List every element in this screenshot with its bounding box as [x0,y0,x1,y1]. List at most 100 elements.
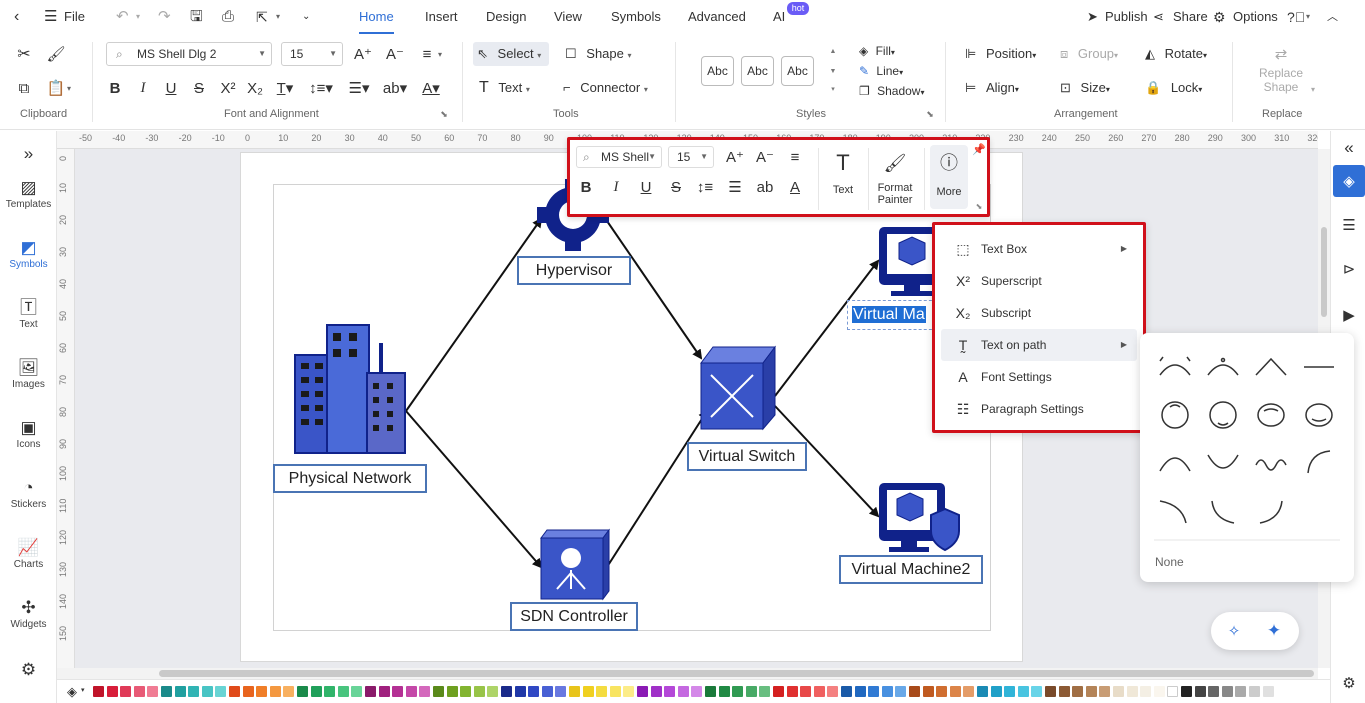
path-ellipse-top-icon[interactable] [1257,403,1285,427]
font-color-icon[interactable]: A▾ [418,78,444,98]
path-arc-bottom-left-icon[interactable] [1211,500,1235,524]
color-swatch[interactable] [1099,686,1111,697]
color-swatch[interactable] [841,686,852,697]
tab-advanced[interactable]: Advanced [688,0,746,34]
bullets-icon[interactable]: ☰▾ [345,78,373,98]
drawing-page[interactable]: Physical Network Hypervisor Virtual Swit… [240,152,1023,662]
color-swatch[interactable] [1140,686,1152,697]
font-family-select[interactable]: ⌕ MS Shell Dlg 2 ▼ [106,42,272,66]
decrease-font-icon[interactable]: A⁻ [754,146,776,168]
chevron-down-icon[interactable]: ▾ [81,686,85,694]
sidebar-item-images[interactable]: 🖼 Images [0,357,57,390]
bold-icon[interactable]: B [576,176,596,198]
color-swatch[interactable] [528,686,540,697]
path-semicircle-up-icon[interactable] [1159,457,1191,472]
color-swatch[interactable] [297,686,308,697]
color-swatch[interactable] [1153,686,1165,697]
sidebar-item-templates[interactable]: ▨ Templates [0,177,57,210]
increase-font-icon[interactable]: A⁺ [352,44,374,64]
publish-button[interactable]: Publish [1105,0,1148,34]
color-swatch[interactable] [473,686,485,697]
color-swatch[interactable] [1221,686,1233,697]
selected-text[interactable]: Virtual Ma [852,306,926,323]
underline-icon[interactable]: U [162,78,180,98]
export-icon[interactable]: ⇱ [256,0,268,34]
color-swatch[interactable] [827,686,839,697]
decrease-font-icon[interactable]: A⁻ [384,44,406,64]
styles-scroll-down-icon[interactable]: ▼ [828,66,838,76]
color-swatch[interactable] [392,686,404,697]
path-circle-bottom-icon[interactable] [1209,401,1237,429]
connector-tool-button[interactable]: ⌐ Connector ▾ [563,76,648,100]
color-swatch[interactable] [1004,686,1016,697]
pin-icon[interactable]: 📌 [972,142,986,156]
color-swatch[interactable] [1058,686,1070,697]
more-button[interactable]: ⓘ More [930,145,968,209]
font-size-select[interactable]: 15 ▼ [281,42,343,66]
tab-symbols[interactable]: Symbols [611,0,661,34]
scroll-thumb[interactable] [159,670,1314,677]
menu-item-font-settings[interactable]: A Font Settings [941,361,1137,393]
node-hypervisor[interactable]: Hypervisor [517,256,631,285]
bold-icon[interactable]: B [106,78,124,98]
styles-dialog-launcher-icon[interactable]: ⬊ [924,108,936,120]
color-swatch[interactable] [147,686,159,697]
node-sdn-controller[interactable]: SDN Controller [510,602,638,631]
color-swatch[interactable] [446,686,458,697]
help-icon[interactable]: ?⃝ [1287,0,1305,34]
highlight-icon[interactable]: ab [754,176,776,198]
color-swatch[interactable] [1045,686,1056,697]
shadow-button[interactable]: ❐ Shadow▾ [859,79,925,103]
page-properties-icon[interactable]: ☰ [1337,213,1361,237]
size-button[interactable]: ⊡ Size▾ [1060,76,1110,100]
path-circle-top-icon[interactable] [1161,401,1189,429]
path-arch-up-icon[interactable] [1159,356,1191,376]
node-virtual-switch[interactable]: Virtual Switch [687,442,807,471]
color-swatch[interactable] [324,686,336,697]
color-swatch[interactable] [909,686,920,697]
underline-icon[interactable]: U [636,176,656,198]
sidebar-item-widgets[interactable]: ✣ Widgets [0,597,57,630]
color-swatch[interactable] [800,686,812,697]
color-swatch[interactable] [1113,686,1124,697]
collapse-ribbon-icon[interactable]: ︿ [1327,0,1338,34]
path-arc-left-icon[interactable] [1307,450,1331,474]
italic-icon[interactable]: I [606,176,626,198]
color-swatch[interactable] [623,686,635,697]
format-painter-button[interactable]: 🖌 Format Painter [870,148,920,206]
path-arc-bottom-right-icon[interactable] [1259,500,1283,524]
line-spacing-icon[interactable]: ↕≡ [694,176,716,198]
color-swatch[interactable] [1126,686,1138,697]
paste-dropdown-icon[interactable]: ▾ [64,82,74,94]
superscript-icon[interactable]: X² [218,78,238,98]
color-swatch[interactable] [1167,686,1179,697]
color-swatch[interactable] [283,686,295,697]
color-swatch[interactable] [1085,686,1097,697]
paste-icon[interactable]: 📋 [46,78,66,98]
path-none-option[interactable]: None [1155,555,1184,569]
color-swatch[interactable] [106,686,118,697]
sidebar-item-text[interactable]: 🅃 Text [0,297,57,330]
color-swatch[interactable] [501,686,512,697]
styles-expand-icon[interactable]: ▾ [828,84,838,94]
color-swatch[interactable] [93,686,104,697]
text-case-icon[interactable]: T̲▾ [273,78,297,98]
path-ellipse-bottom-icon[interactable] [1305,403,1333,427]
color-swatch[interactable] [582,686,594,697]
color-swatch[interactable] [1262,686,1274,697]
color-swatch[interactable] [949,686,961,697]
switch-node-icon[interactable] [700,345,776,431]
color-swatch[interactable] [1181,686,1192,697]
color-swatch[interactable] [650,686,662,697]
tab-view[interactable]: View [554,0,582,34]
color-swatch[interactable] [337,686,349,697]
lock-button[interactable]: 🔒 Lock▾ [1145,76,1202,100]
color-swatch[interactable] [310,686,322,697]
node-physical-network[interactable]: Physical Network [273,464,427,493]
style-swatch-3[interactable]: Abc [781,56,814,86]
path-arc-top-right-icon[interactable] [1159,500,1187,524]
color-swatch[interactable] [555,686,567,697]
share-button[interactable]: Share [1173,0,1208,34]
shape-tool-button[interactable]: ☐ Shape ▾ [565,42,632,66]
replace-shape-button[interactable]: Replace Shape [1255,66,1307,94]
